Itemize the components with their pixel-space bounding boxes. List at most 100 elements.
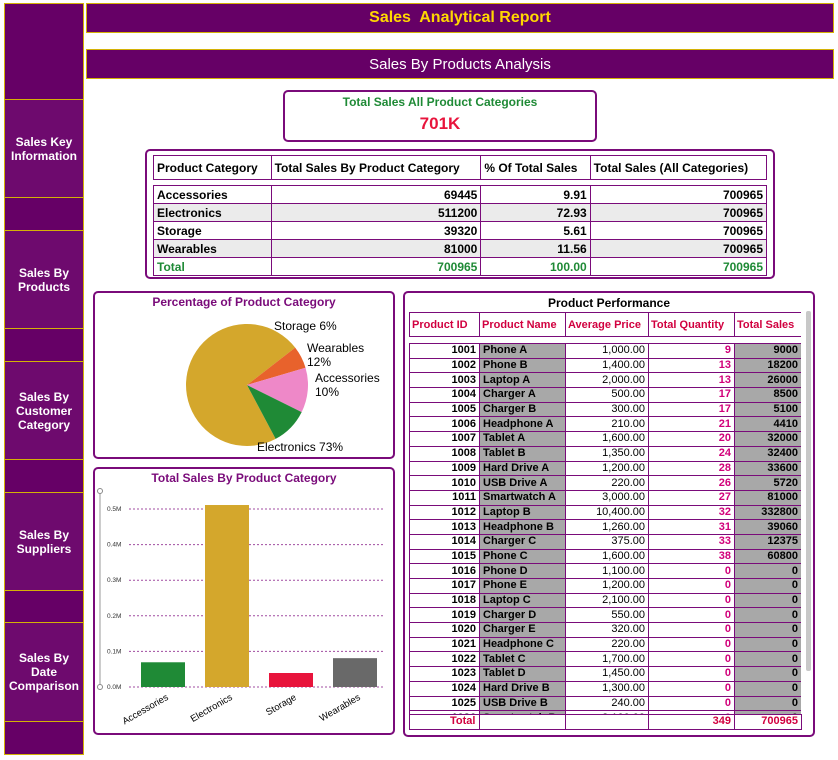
perf-cell: 320.00 [565, 622, 649, 638]
perf-cell: Phone C [479, 548, 566, 565]
table-row[interactable]: 1010 USB Drive A 220.00 26 5720 [409, 475, 801, 491]
perf-cell: Charger D [479, 607, 566, 624]
perf-cell: 0 [734, 636, 801, 653]
table-row[interactable]: 1004 Charger A 500.00 17 8500 [409, 387, 801, 403]
table-row[interactable]: 1023 Tablet D 1,450.00 0 0 [409, 666, 801, 682]
pie-chart: Storage 6% Wearables 12% Accessories 10%… [186, 319, 380, 454]
table-row[interactable]: 1013 Headphone B 1,260.00 31 39060 [409, 519, 801, 535]
table-row[interactable]: 1022 Tablet C 1,700.00 0 0 [409, 651, 801, 668]
kpi-value: 701K [419, 114, 461, 133]
perf-cell: 1024 [409, 680, 480, 697]
perf-cell: 0 [734, 578, 801, 594]
summary-total-cell: 100.00 [480, 257, 591, 276]
nav-sales-key-information[interactable]: Sales Key Information [4, 99, 84, 198]
perf-cell: 1,600.00 [565, 548, 649, 565]
summary-cell: Wearables [153, 239, 272, 258]
nav-sales-by-suppliers[interactable]: Sales By Suppliers [4, 492, 84, 591]
table-row[interactable]: 1015 Phone C 1,600.00 38 60800 [409, 548, 801, 565]
pie-label-storage: Storage 6% [274, 319, 337, 333]
summary-cell: Accessories [153, 185, 272, 204]
table-row[interactable]: 1019 Charger D 550.00 0 0 [409, 607, 801, 624]
summary-total-cell: 700965 [270, 257, 482, 276]
summary-total-cell: 700965 [589, 257, 768, 276]
perf-total-cell [565, 714, 649, 730]
table-row[interactable]: 1009 Hard Drive A 1,200.00 28 33600 [409, 460, 801, 477]
table-row[interactable]: 1006 Headphone A 210.00 21 4410 [409, 416, 801, 433]
pie-chart-card: Percentage of Product Category Storage 6… [93, 291, 395, 459]
pie-label-wearables-pct: 12% [307, 355, 331, 369]
perf-cell: 9 [648, 343, 735, 359]
perf-cell: 1016 [409, 563, 480, 579]
table-row[interactable]: 1018 Laptop C 2,100.00 0 0 [409, 592, 801, 609]
perf-cell: 4410 [734, 416, 801, 433]
table-row[interactable]: 1020 Charger E 320.00 0 0 [409, 622, 801, 638]
perf-cell: 17 [648, 387, 735, 403]
product-table-viewport[interactable]: Product ID Product Name Average Price Total… [409, 312, 801, 724]
perf-cell: 0 [648, 680, 735, 697]
bar-ytick-label: 0.5M [107, 506, 121, 513]
summary-cell: 700965 [589, 203, 768, 222]
nav-sales-by-products[interactable]: Sales By Products [4, 230, 84, 329]
perf-cell: Laptop B [479, 504, 566, 521]
perf-cell: 8500 [734, 387, 801, 403]
perf-cell: Charger C [479, 533, 566, 550]
perf-cell: 1005 [409, 401, 480, 418]
perf-cell: 1006 [409, 416, 480, 433]
perf-cell: 38 [648, 548, 735, 565]
table-row[interactable]: 1003 Laptop A 2,000.00 13 26000 [409, 372, 801, 389]
perf-cell: 0 [734, 680, 801, 697]
perf-header-cell[interactable]: Product Name [479, 312, 566, 337]
product-table: Product ID Product Name Average Price Total… [409, 312, 801, 724]
perf-cell: 0 [648, 695, 735, 712]
summary-row: Wearables 81000 11.56 700965 [153, 239, 768, 258]
perf-cell: 0 [734, 622, 801, 638]
perf-header-cell[interactable]: Total Sales [734, 312, 801, 337]
bar-ytick-label: 0.2M [107, 613, 121, 620]
table-row[interactable]: 1016 Phone D 1,100.00 0 0 [409, 563, 801, 579]
perf-cell: Phone B [479, 357, 566, 374]
perf-cell: 0 [734, 592, 801, 609]
pie-label-accessories: Accessories [315, 371, 380, 385]
perf-cell: 1001 [409, 343, 480, 359]
product-table-scrollbar[interactable] [806, 311, 811, 671]
kpi-label: Total Sales All Product Categories [342, 95, 538, 109]
summary-cell: 39320 [270, 221, 482, 240]
perf-cell: 332800 [734, 504, 801, 521]
table-row[interactable]: 1005 Charger B 300.00 17 5100 [409, 401, 801, 418]
perf-cell: Tablet A [479, 431, 566, 447]
summary-header-cell: Total Sales By Product Category [270, 155, 482, 180]
nav-sales-by-date-comparison[interactable]: Sales By Date Comparison [4, 622, 84, 722]
nav-sales-by-customer-category[interactable]: Sales By Customer Category [4, 361, 84, 460]
table-row[interactable]: 1007 Tablet A 1,600.00 20 32000 [409, 431, 801, 447]
table-row[interactable]: 1021 Headphone C 220.00 0 0 [409, 636, 801, 653]
perf-cell: 1020 [409, 622, 480, 638]
perf-cell: 2,000.00 [565, 372, 649, 389]
perf-header-cell[interactable]: Total Quantity [648, 312, 735, 337]
perf-cell: 1,000.00 [565, 343, 649, 359]
perf-cell: 0 [648, 563, 735, 579]
table-row[interactable]: 1008 Tablet B 1,350.00 24 32400 [409, 445, 801, 462]
table-row[interactable]: 1017 Phone E 1,200.00 0 0 [409, 578, 801, 594]
perf-cell: Charger B [479, 401, 566, 418]
perf-header-cell[interactable]: Average Price [565, 312, 649, 337]
table-row[interactable]: 1001 Phone A 1,000.00 9 9000 [409, 343, 801, 359]
bar-accessories [141, 662, 185, 687]
table-row[interactable]: 1025 USB Drive B 240.00 0 0 [409, 695, 801, 712]
table-row[interactable]: 1011 Smartwatch A 3,000.00 27 81000 [409, 489, 801, 506]
summary-cell: 511200 [270, 203, 482, 222]
perf-cell: 0 [648, 636, 735, 653]
perf-cell: 27 [648, 489, 735, 506]
perf-cell: 21 [648, 416, 735, 433]
perf-header-cell[interactable]: Product ID [409, 312, 480, 337]
perf-cell: 1,300.00 [565, 680, 649, 697]
table-row[interactable]: 1012 Laptop B 10,400.00 32 332800 [409, 504, 801, 521]
table-row[interactable]: 1024 Hard Drive B 1,300.00 0 0 [409, 680, 801, 697]
perf-cell: 1013 [409, 519, 480, 535]
bar-xtick-label: Storage [264, 692, 298, 718]
table-row[interactable]: 1002 Phone B 1,400.00 13 18200 [409, 357, 801, 374]
perf-cell: Hard Drive B [479, 680, 566, 697]
perf-cell: 17 [648, 401, 735, 418]
perf-cell: 0 [648, 666, 735, 682]
table-row[interactable]: 1014 Charger C 375.00 33 12375 [409, 533, 801, 550]
perf-cell: 0 [648, 651, 735, 668]
